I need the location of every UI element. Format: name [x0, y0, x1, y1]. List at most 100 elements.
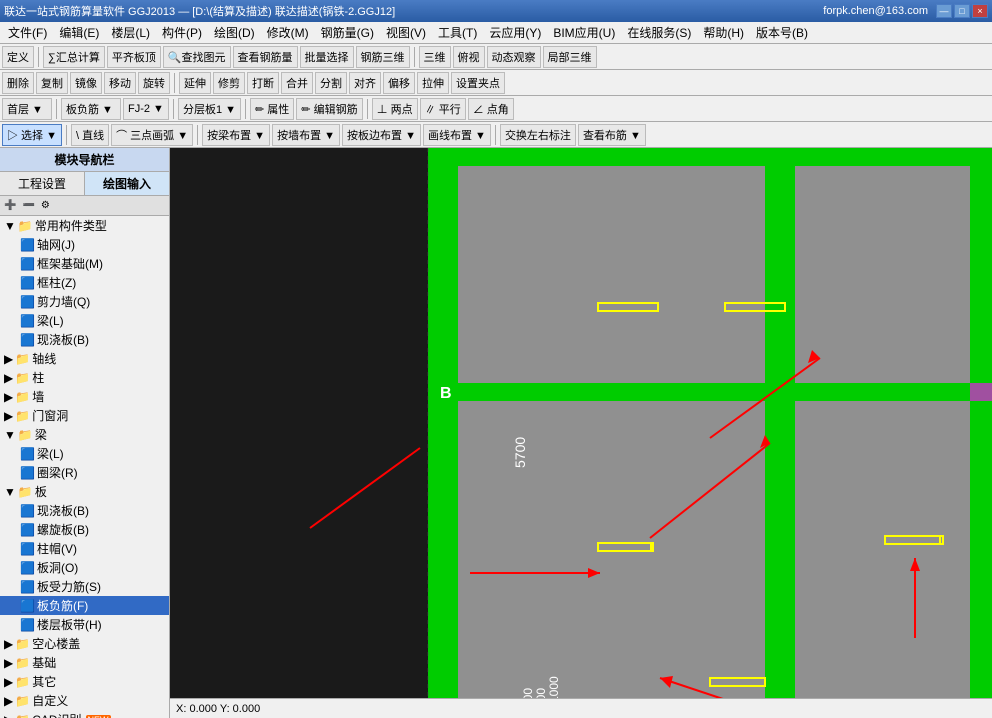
edit-steel-button[interactable]: ✏ 编辑钢筋 [296, 98, 362, 120]
grip-button[interactable]: 设置夹点 [451, 72, 505, 94]
tree-item-floor-band[interactable]: 🟦 楼层板带(H) [0, 615, 169, 634]
tree-group-door[interactable]: ▶ 📁 门窗洞 [0, 406, 169, 425]
top-view-button[interactable]: 俯视 [453, 46, 485, 68]
tree-group-col[interactable]: ▶ 📁 柱 [0, 368, 169, 387]
tree-item-foundation[interactable]: 🟦 框架基础(M) [0, 254, 169, 273]
trim-button[interactable]: 修剪 [213, 72, 245, 94]
by-board-button[interactable]: 按板边布置 ▼ [342, 124, 421, 146]
offset-button[interactable]: 偏移 [383, 72, 415, 94]
canvas-area[interactable]: A B 5700 600 600 1000 600 [170, 148, 992, 718]
menu-draw[interactable]: 绘图(D) [208, 22, 261, 43]
extend-button[interactable]: 延伸 [179, 72, 211, 94]
sidebar-expand-button[interactable]: ➖ [20, 200, 36, 211]
maximize-button[interactable]: □ [954, 4, 970, 18]
fj2-dropdown[interactable]: FJ-2 ▼ [123, 98, 169, 120]
split-button[interactable]: 分割 [315, 72, 347, 94]
stretch-button[interactable]: 拉伸 [417, 72, 449, 94]
tree-group-cad[interactable]: ▶ 📁 CAD识别 NEW [0, 710, 169, 718]
align-button[interactable]: 对齐 [349, 72, 381, 94]
tree-group-axis[interactable]: ▶ 📁 轴线 [0, 349, 169, 368]
arc-button[interactable]: ⌒ 三点画弧 ▼ [111, 124, 193, 146]
menu-cloud[interactable]: 云应用(Y) [483, 22, 547, 43]
tree-item-spiral-slab[interactable]: 🟦 螺旋板(B) [0, 520, 169, 539]
expand-icon: ▼ [4, 485, 16, 499]
menu-floor[interactable]: 楼层(L) [105, 22, 156, 43]
line-draw-button[interactable]: 画线布置 ▼ [423, 124, 491, 146]
tree-group-foundation[interactable]: ▶ 📁 基础 [0, 653, 169, 672]
menu-modify[interactable]: 修改(M) [261, 22, 315, 43]
tree-item-slab[interactable]: 🟦 现浇板(B) [0, 330, 169, 349]
minimize-button[interactable]: — [936, 4, 952, 18]
tree-group-hollow[interactable]: ▶ 📁 空心楼盖 [0, 634, 169, 653]
tree-group-common[interactable]: ▼ 📁 常用构件类型 [0, 216, 169, 235]
tree-item-slab-hole[interactable]: 🟦 板洞(O) [0, 558, 169, 577]
menu-steel[interactable]: 钢筋量(G) [315, 22, 380, 43]
dynamic-view-button[interactable]: 动态观察 [487, 46, 541, 68]
by-beam-button[interactable]: 按梁布置 ▼ [202, 124, 270, 146]
copy-button[interactable]: 复制 [36, 72, 68, 94]
tree-group-other[interactable]: ▶ 📁 其它 [0, 672, 169, 691]
line-button[interactable]: \ 直线 [71, 124, 109, 146]
menu-version[interactable]: 版本号(B) [750, 22, 814, 43]
tree-item-cap[interactable]: 🟦 柱帽(V) [0, 539, 169, 558]
rotate-button[interactable]: 旋转 [138, 72, 170, 94]
menu-file[interactable]: 文件(F) [2, 22, 53, 43]
merge-button[interactable]: 合并 [281, 72, 313, 94]
menu-component[interactable]: 构件(P) [156, 22, 208, 43]
by-wall-button[interactable]: 按墙布置 ▼ [272, 124, 340, 146]
select-button[interactable]: ▷ 选择 ▼ [2, 124, 62, 146]
define-button[interactable]: 定义 [2, 46, 34, 68]
tree-item-beam-l[interactable]: 🟦 梁(L) [0, 444, 169, 463]
menu-online[interactable]: 在线服务(S) [621, 22, 697, 43]
tree-item-cast-slab[interactable]: 🟦 现浇板(B) [0, 501, 169, 520]
tree-group-custom[interactable]: ▶ 📁 自定义 [0, 691, 169, 710]
main-content: 模块导航栏 工程设置 绘图输入 ➕ ➖ ⚙ ▼ 📁 常用构件类型 🟦 轴网(J)… [0, 148, 992, 718]
menu-tools[interactable]: 工具(T) [432, 22, 483, 43]
3d-button[interactable]: 三维 [419, 46, 451, 68]
local-3d-button[interactable]: 局部三维 [543, 46, 597, 68]
tree-group-label: CAD识别 [32, 711, 81, 718]
sidebar-settings-button[interactable]: ⚙ [39, 200, 52, 211]
delete-button[interactable]: 删除 [2, 72, 34, 94]
break-button[interactable]: 打断 [247, 72, 279, 94]
folder-icon: 📁 [15, 390, 30, 404]
move-button[interactable]: 移动 [104, 72, 136, 94]
view-bar-button[interactable]: 查看布筋 ▼ [578, 124, 646, 146]
menu-view[interactable]: 视图(V) [380, 22, 432, 43]
tree-item-ring-beam[interactable]: 🟦 圈梁(R) [0, 463, 169, 482]
angle-button[interactable]: ∠ 点角 [468, 98, 514, 120]
parallel-button[interactable]: ∥ 平行 [420, 98, 466, 120]
close-button[interactable]: × [972, 4, 988, 18]
project-settings-button[interactable]: 工程设置 [0, 172, 85, 195]
align-top-button[interactable]: 平齐板顶 [107, 46, 161, 68]
tree-icon: 🟦 [20, 314, 35, 328]
tree-group-wall[interactable]: ▶ 📁 墙 [0, 387, 169, 406]
tree-group-board[interactable]: ▼ 📁 板 [0, 482, 169, 501]
mirror-button[interactable]: 镜像 [70, 72, 102, 94]
bar-type-dropdown[interactable]: 板负筋 ▼ [61, 98, 121, 120]
swap-annot-button[interactable]: 交换左右标注 [500, 124, 576, 146]
batch-select-button[interactable]: 批量选择 [300, 46, 354, 68]
view-steel-button[interactable]: 查看钢筋量 [233, 46, 298, 68]
sublayer-dropdown[interactable]: 分层板1 ▼ [178, 98, 241, 120]
two-point-button[interactable]: ⊥ 两点 [372, 98, 418, 120]
tree-item-neg-bar[interactable]: 🟦 板负筋(F) [0, 596, 169, 615]
tree-item-grid[interactable]: 🟦 轴网(J) [0, 235, 169, 254]
tree-item-beam[interactable]: 🟦 梁(L) [0, 311, 169, 330]
tree-item-column[interactable]: 🟦 框柱(Z) [0, 273, 169, 292]
floor-dropdown[interactable]: 首层 ▼ [2, 98, 52, 120]
tree-item-shearwall[interactable]: 🟦 剪力墙(Q) [0, 292, 169, 311]
calc-button[interactable]: ∑汇总计算 [43, 46, 105, 68]
tree-item-force-bar[interactable]: 🟦 板受力筋(S) [0, 577, 169, 596]
menu-help[interactable]: 帮助(H) [697, 22, 750, 43]
menu-edit[interactable]: 编辑(E) [53, 22, 105, 43]
tree-group-beam[interactable]: ▼ 📁 梁 [0, 425, 169, 444]
tree-label: 圈梁(R) [37, 464, 78, 481]
draw-input-button[interactable]: 绘图输入 [85, 172, 169, 195]
tree-group-label: 柱 [32, 369, 44, 386]
find-button[interactable]: 🔍查找图元 [163, 46, 231, 68]
property-button[interactable]: ✏ 属性 [250, 98, 294, 120]
menu-bim[interactable]: BIM应用(U) [547, 22, 621, 43]
sidebar-collapse-button[interactable]: ➕ [2, 200, 18, 211]
steel-3d-button[interactable]: 钢筋三维 [356, 46, 410, 68]
